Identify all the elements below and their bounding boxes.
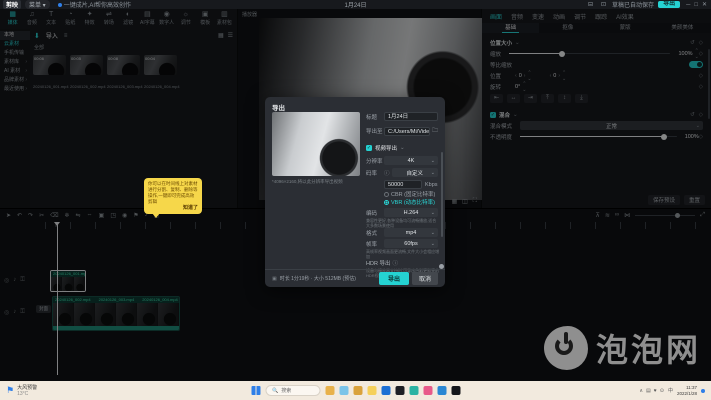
taskbar-app-icon[interactable] — [325, 386, 334, 395]
taskbar-app-icon[interactable] — [409, 386, 418, 395]
export-preview-thumbnail — [272, 112, 360, 176]
onboarding-tooltip: 你可以在时间线上对素材进行分割、复制、删除等操作,一键即可完成高效剪辑 知道了 — [144, 178, 202, 214]
bitrate-dropdown[interactable]: 自定义⌄ — [392, 168, 438, 177]
close-button[interactable]: ✕ — [700, 2, 709, 8]
paopao-watermark: 泡泡网 — [544, 325, 701, 371]
maximize-button[interactable]: □ — [692, 2, 700, 8]
duration-icon: ▣ — [272, 276, 277, 282]
weather-widget[interactable]: ⚑ 大风预警 13°C — [6, 384, 37, 397]
app-window: 剪映 菜单 ▾ 一键成片,AI帮你高效创作 1月24日 ⊟ ⊡ 草稿已自动保存 … — [0, 0, 711, 400]
menu-button[interactable]: 菜单 ▾ — [25, 0, 50, 9]
window-controls[interactable]: ─□✕ — [684, 1, 709, 8]
info-icon: ⓘ — [392, 259, 398, 267]
taskbar-app-icon[interactable] — [353, 386, 362, 395]
bitrate-input[interactable]: 50000 — [384, 180, 422, 189]
cbr-radio[interactable]: CBR (固定比特率) — [384, 190, 435, 198]
vbr-radio[interactable]: VBR (动态比特率) — [384, 198, 435, 206]
notification-dot[interactable] — [701, 389, 705, 393]
tray-icon[interactable]: ∧ — [639, 388, 643, 394]
tray-icon[interactable]: ▤ — [646, 388, 651, 394]
taskbar-app-icon[interactable] — [451, 386, 460, 395]
bitrate-unit: Kbps — [425, 182, 438, 188]
search-box[interactable]: 🔍搜索 — [265, 385, 320, 396]
tray-icon[interactable]: ♥ — [654, 388, 657, 394]
codec-label: 编码 — [366, 209, 384, 217]
layout-icon[interactable]: ⊟ — [586, 1, 595, 8]
export-footer-info: 时长 1分19秒 · 大小 512MB (预估) — [280, 275, 356, 282]
taskbar-apps — [325, 386, 460, 395]
ime-indicator[interactable]: 中 — [668, 387, 673, 394]
taskbar-app-icon[interactable] — [339, 386, 348, 395]
info-icon: ⓘ — [384, 169, 390, 177]
power-logo-icon — [544, 326, 588, 370]
app-logo: 剪映 — [3, 0, 21, 9]
format-dropdown[interactable]: mp4⌄ — [384, 228, 438, 237]
start-button[interactable] — [251, 386, 260, 395]
path-field-input[interactable]: C:/Users/Mi/Videos/JianyingPro… — [384, 127, 430, 136]
title-field-label: 标题 — [366, 113, 384, 121]
taskbar-app-icon[interactable] — [423, 386, 432, 395]
codec-dropdown[interactable]: H.264⌄ — [384, 208, 438, 217]
title-field-input[interactable]: 1月24日 — [384, 112, 438, 121]
save-status: 草稿已自动保存 — [612, 0, 654, 9]
weather-temp: 13°C — [17, 391, 37, 397]
dialog-scrollbar[interactable] — [441, 152, 443, 237]
cancel-button[interactable]: 取消 — [412, 272, 438, 285]
weather-title: 大风预警 — [17, 384, 37, 391]
framerate-dropdown[interactable]: 60fps⌄ — [384, 239, 438, 248]
collapse-icon[interactable]: ⌄ — [400, 145, 405, 151]
titlebar: 剪映 菜单 ▾ 一键成片,AI帮你高效创作 1月24日 ⊟ ⊡ 草稿已自动保存 … — [0, 0, 711, 9]
tooltip-text: 你可以在时间线上对素材进行分割、复制、删除等操作,一键即可完成高效剪辑 — [148, 181, 198, 205]
windows-taskbar: ⚑ 大风预警 13°C 🔍搜索 ∧▤♥⊙ 中 11:37 2022/1/28 — [0, 381, 711, 400]
browse-folder-icon[interactable]: 🗀 — [432, 126, 438, 136]
system-tray[interactable]: ∧▤♥⊙ — [639, 388, 664, 394]
taskbar-clock[interactable]: 11:37 2022/1/28 — [677, 385, 697, 397]
taskbar-app-icon[interactable] — [437, 386, 446, 395]
tooltip-ok-button[interactable]: 知道了 — [148, 205, 198, 212]
weather-alert-icon: ⚑ — [6, 385, 14, 396]
resolution-label: 分辨率 — [366, 157, 384, 165]
path-field-label: 导出至 — [366, 127, 384, 135]
video-export-label: 视频导出 — [375, 144, 397, 152]
dropdown-icon[interactable]: ⊡ — [599, 1, 608, 8]
resolution-dropdown[interactable]: 4K⌄ — [384, 156, 438, 165]
export-button-top[interactable]: 导出 — [658, 1, 680, 8]
bitrate-label: 码率 — [366, 169, 384, 177]
dialog-title: 导出 — [272, 102, 285, 112]
taskbar-app-icon[interactable] — [367, 386, 376, 395]
hdr-label: HDR 导出 — [366, 259, 390, 267]
framerate-label: 帧率 — [366, 240, 384, 248]
tray-icon[interactable]: ⊙ — [660, 388, 664, 394]
format-label: 格式 — [366, 229, 384, 237]
notice-text: 一键成片,AI帮你高效创作 — [64, 0, 131, 9]
export-caption: *4096×2160,将以此分辨率导出视频 — [272, 179, 364, 185]
video-export-checkbox[interactable]: ✓ — [366, 145, 372, 151]
export-dialog: 导出 *4096×2160,将以此分辨率导出视频 标题 1月24日 导出至 C:… — [265, 97, 445, 287]
export-confirm-button[interactable]: 导出 — [379, 272, 409, 285]
watermark-text: 泡泡网 — [596, 325, 701, 371]
taskbar-app-icon[interactable] — [395, 386, 404, 395]
notice-dot-icon — [58, 3, 62, 7]
taskbar-app-icon[interactable] — [381, 386, 390, 395]
search-icon: 🔍 — [272, 388, 278, 394]
